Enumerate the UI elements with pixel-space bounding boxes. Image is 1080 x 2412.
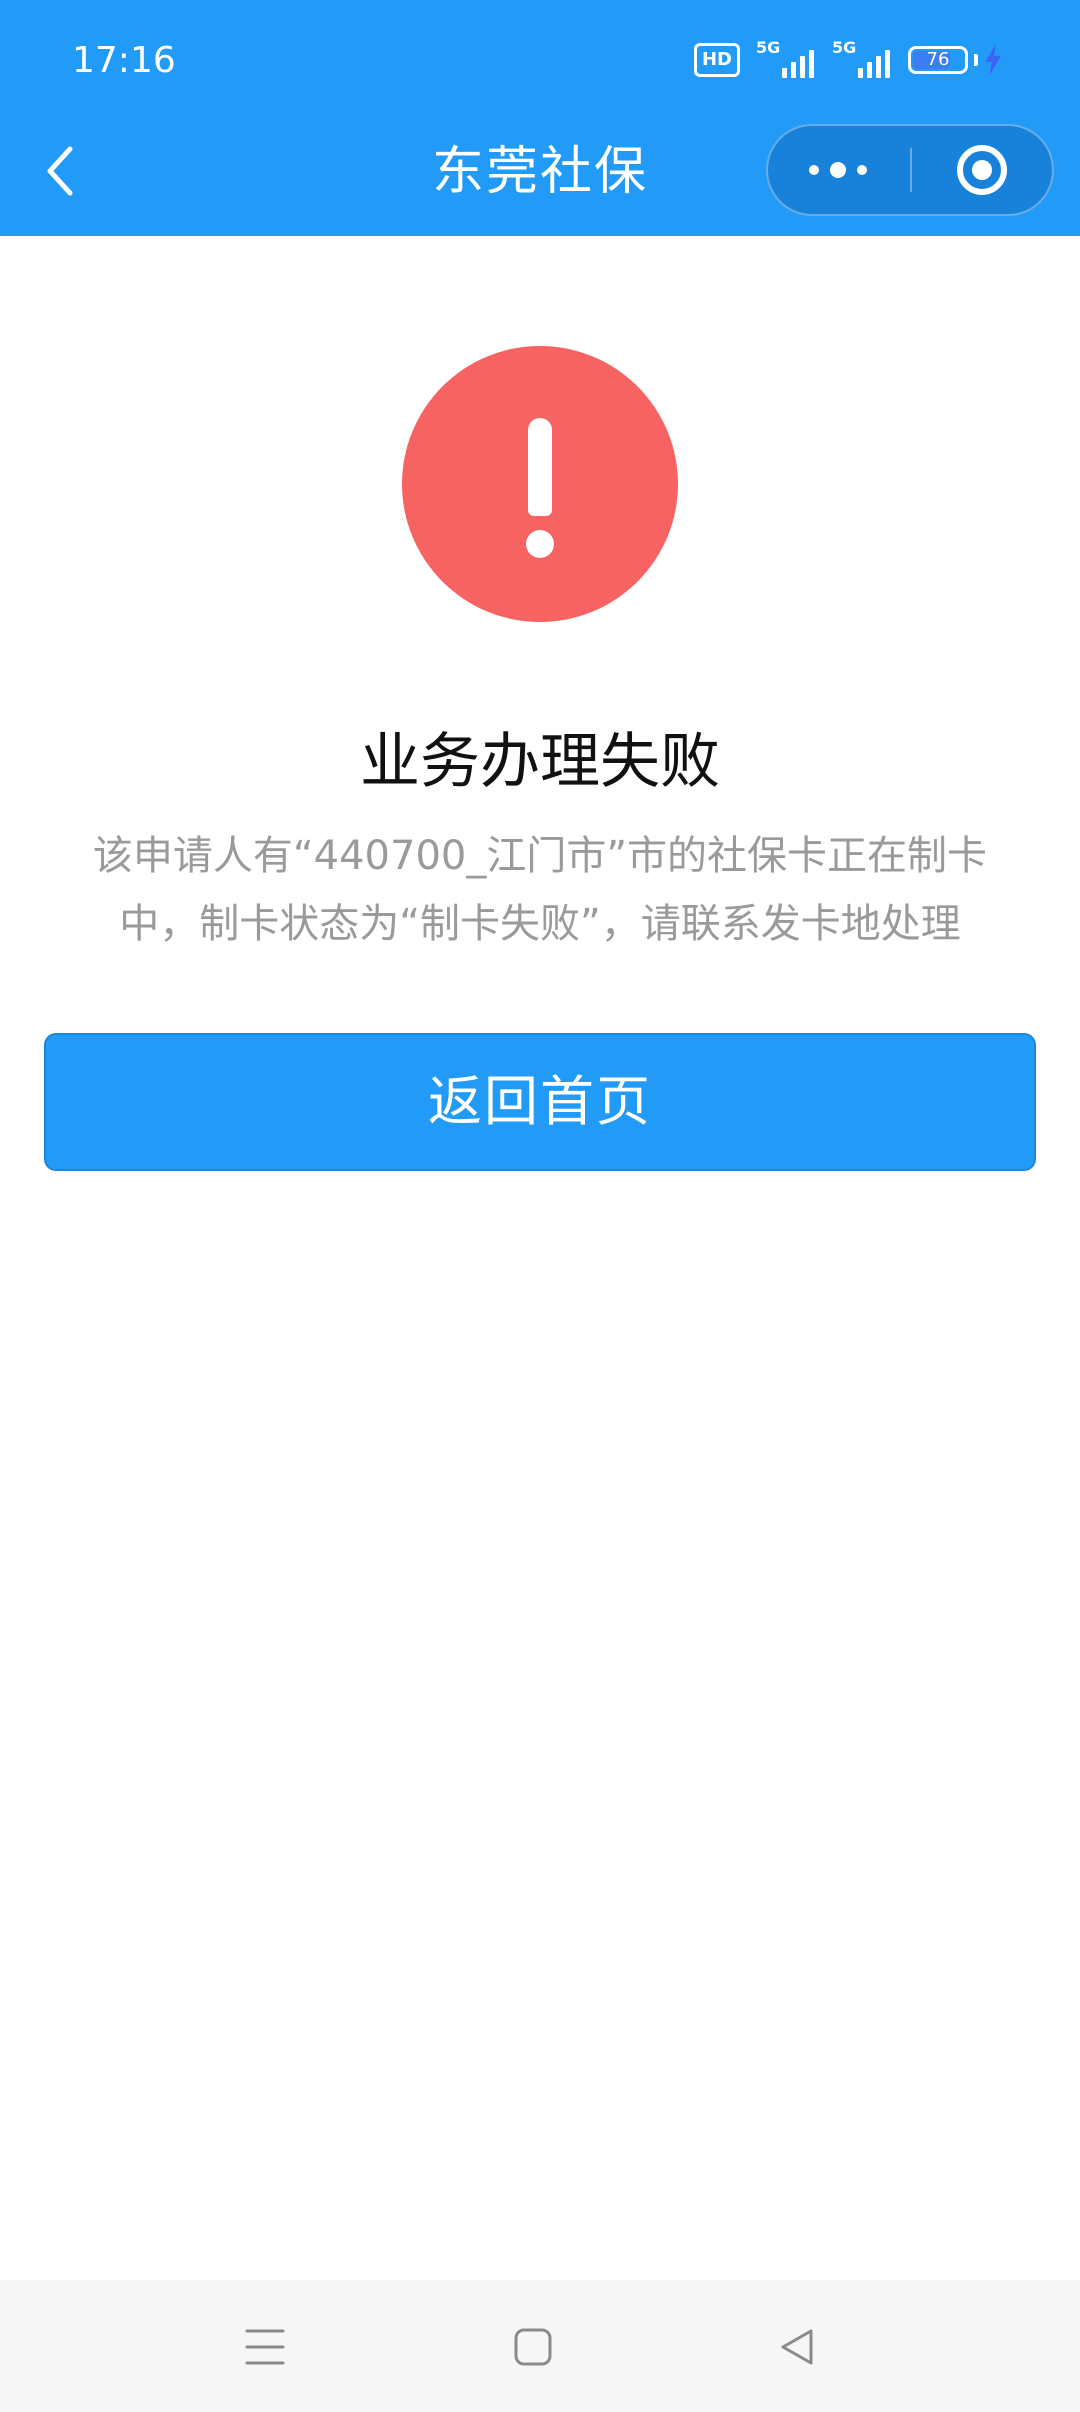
- close-mini-program-button[interactable]: [912, 126, 1052, 214]
- more-dots-icon: [809, 162, 867, 178]
- exclamation-dot: [526, 530, 554, 558]
- mini-program-capsule: [766, 124, 1054, 216]
- exclamation-circle-icon: [402, 346, 678, 622]
- app-header: 17:16 HD 5G 5G 76 东莞社保: [0, 0, 1080, 236]
- signal-2-icon: 5G: [832, 38, 890, 80]
- system-home-button[interactable]: [488, 2302, 578, 2392]
- rounded-square-icon: [514, 2328, 552, 2366]
- signal-1-label: 5G: [756, 38, 781, 57]
- system-back-button[interactable]: [752, 2302, 842, 2392]
- battery-cap: [974, 54, 978, 66]
- result-title: 业务办理失败: [360, 727, 720, 797]
- status-time: 17:16: [72, 40, 176, 81]
- system-menu-button[interactable]: [220, 2302, 310, 2392]
- system-nav-bar: [0, 2280, 1080, 2412]
- result-message-line-2: 中，制卡状态为“制卡失败”，请联系发卡地处理: [119, 901, 961, 947]
- return-home-button[interactable]: 返回首页: [44, 1033, 1036, 1171]
- triangle-back-icon: [781, 2329, 813, 2365]
- charging-bolt-icon: [985, 44, 1001, 76]
- result-message: 该申请人有“440700_江门市”市的社保卡正在制卡 中，制卡状态为“制卡失败”…: [0, 822, 1080, 958]
- battery-level: 76: [926, 49, 950, 70]
- signal-2-label: 5G: [832, 38, 857, 57]
- target-close-icon: [957, 145, 1007, 195]
- result-message-line-1: 该申请人有“440700_江门市”市的社保卡正在制卡: [92, 833, 988, 879]
- exclamation-bar: [528, 418, 552, 516]
- battery-icon: 76: [908, 46, 968, 74]
- status-icons: HD 5G 5G 76: [694, 38, 1004, 80]
- menu-lines-icon: [245, 2329, 285, 2365]
- signal-1-icon: 5G: [756, 38, 814, 80]
- more-button[interactable]: [768, 126, 908, 214]
- hd-badge: HD: [694, 43, 740, 77]
